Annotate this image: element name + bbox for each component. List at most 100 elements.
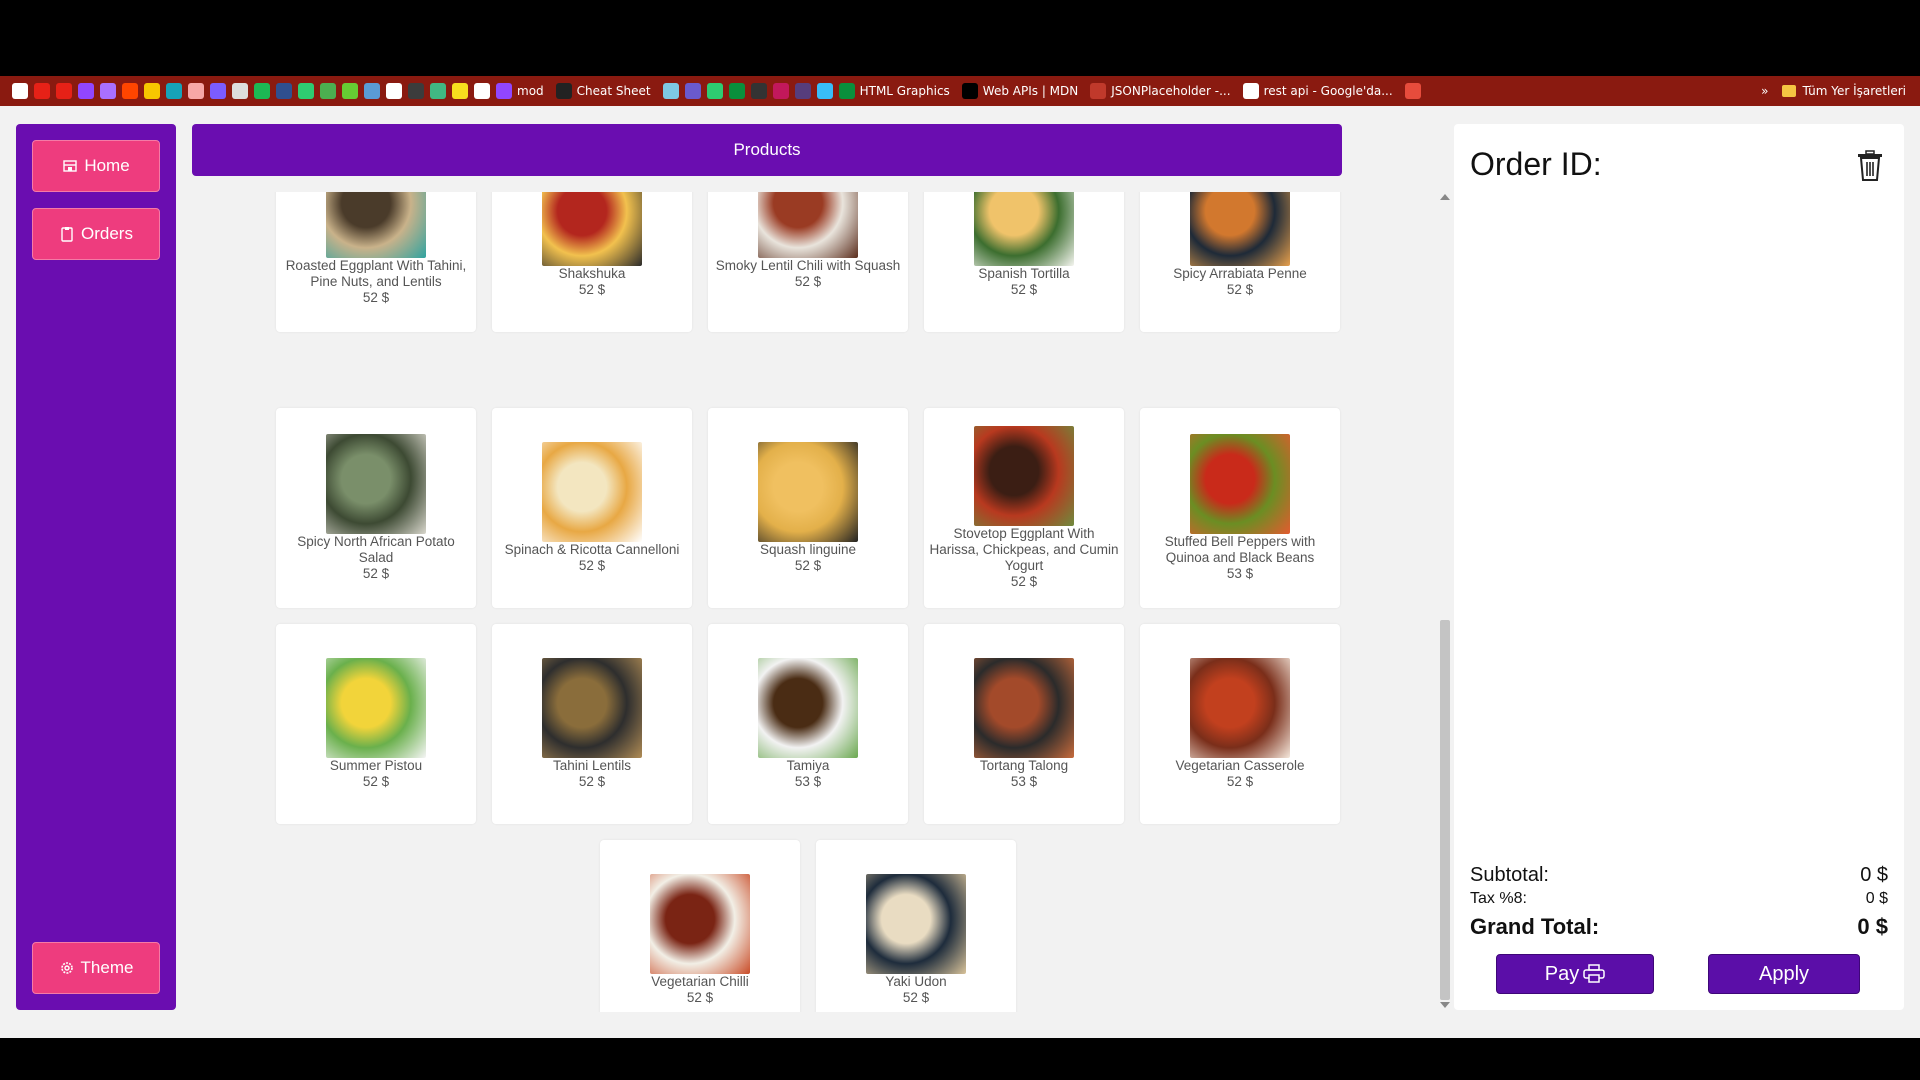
product-card[interactable]: Roasted Eggplant With Tahini, Pine Nuts,…: [276, 192, 476, 332]
bookmark-item[interactable]: [816, 80, 833, 102]
product-price: 52 $: [1226, 282, 1254, 297]
bookmark-item[interactable]: [122, 80, 138, 102]
product-price: 52 $: [1226, 774, 1254, 789]
product-card[interactable]: Vegetarian Chilli 52 $: [600, 840, 800, 1012]
product-card[interactable]: Summer Pistou 52 $: [276, 624, 476, 824]
bookmark-favicon-icon: [1090, 83, 1107, 99]
products-header: Products: [192, 124, 1342, 176]
product-name: Roasted Eggplant With Tahini, Pine Nuts,…: [285, 258, 467, 289]
product-name: Spicy Arrabiata Penne: [1173, 266, 1307, 281]
product-card[interactable]: Vegetarian Casserole 52 $: [1140, 624, 1340, 824]
bookmark-favicon-icon: [750, 83, 767, 99]
theme-button[interactable]: Theme: [32, 942, 160, 994]
product-price: 53 $: [794, 774, 822, 789]
bookmark-item[interactable]: [474, 80, 490, 102]
bookmark-item[interactable]: [34, 80, 50, 102]
orders-button[interactable]: Orders: [32, 208, 160, 260]
bookmark-item[interactable]: [166, 80, 182, 102]
bookmark-item[interactable]: [188, 80, 204, 102]
product-price: 53 $: [1010, 774, 1038, 789]
bookmark-item[interactable]: [386, 80, 402, 102]
product-card[interactable]: Stuffed Bell Peppers with Quinoa and Bla…: [1140, 408, 1340, 608]
product-card[interactable]: Spicy Arrabiata Penne 52 $: [1140, 192, 1340, 332]
bookmark-item[interactable]: [794, 80, 811, 102]
product-card[interactable]: Yaki Udon 52 $: [816, 840, 1016, 1012]
bookmark-item[interactable]: Web APIs | MDN: [961, 80, 1084, 102]
bookmark-item[interactable]: [232, 80, 248, 102]
bookmark-item[interactable]: [144, 80, 160, 102]
apply-button[interactable]: Apply: [1708, 954, 1860, 994]
scroll-down-arrow-icon[interactable]: [1440, 1002, 1450, 1008]
bookmark-favicon-icon: [78, 83, 94, 99]
bookmark-favicon-icon: [364, 83, 380, 99]
bookmark-item[interactable]: [430, 80, 446, 102]
product-card[interactable]: Smoky Lentil Chili with Squash 52 $: [708, 192, 908, 332]
bookmark-item[interactable]: [728, 80, 745, 102]
product-name: Spanish Tortilla: [978, 266, 1070, 281]
product-price: 52 $: [362, 774, 390, 789]
bookmark-item[interactable]: [276, 80, 292, 102]
bookmark-favicon-icon: [100, 83, 116, 99]
bookmark-item[interactable]: [254, 80, 270, 102]
product-image: [758, 658, 858, 758]
bookmark-item[interactable]: HTML Graphics: [838, 80, 956, 102]
order-id-title: Order ID:: [1470, 146, 1602, 182]
scroll-up-arrow-icon[interactable]: [1440, 194, 1450, 200]
bookmark-favicon-icon: [122, 83, 138, 99]
bookmark-item[interactable]: [56, 80, 72, 102]
product-image: [1190, 658, 1290, 758]
apply-button-label: Apply: [1758, 962, 1810, 985]
product-card[interactable]: Spinach & Ricotta Cannelloni 52 $: [492, 408, 692, 608]
bookmark-favicon-icon: [555, 83, 572, 99]
pay-button[interactable]: Pay: [1496, 954, 1654, 994]
bookmark-favicon-icon: [188, 83, 204, 99]
home-button[interactable]: Home: [32, 140, 160, 192]
product-card[interactable]: Tahini Lentils 52 $: [492, 624, 692, 824]
bookmark-item[interactable]: [408, 80, 424, 102]
store-icon: [63, 160, 78, 172]
product-card[interactable]: Tamiya 53 $: [708, 624, 908, 824]
bookmark-label: HTML Graphics: [859, 84, 950, 98]
bookmark-item[interactable]: [210, 80, 226, 102]
bookmark-favicon-icon: [684, 83, 701, 99]
product-card[interactable]: Spanish Tortilla 52 $: [924, 192, 1124, 332]
product-card[interactable]: Stovetop Eggplant With Harissa, Chickpea…: [924, 408, 1124, 608]
bookmark-item[interactable]: [320, 80, 336, 102]
bookmark-item[interactable]: [78, 80, 94, 102]
app-container: Home Orders Theme Products Roasted Eggpl…: [0, 106, 1920, 1066]
all-bookmarks-button[interactable]: Tüm Yer İşaretleri: [1782, 84, 1906, 98]
bookmark-item[interactable]: [364, 80, 380, 102]
product-image: [650, 874, 750, 974]
bookmark-item[interactable]: Cheat Sheet: [555, 80, 657, 102]
bookmark-favicon-icon: [1242, 83, 1259, 99]
bookmark-item[interactable]: [100, 80, 116, 102]
product-grid-scrollbar[interactable]: [1436, 190, 1454, 1010]
product-name: Vegetarian Chilli: [651, 974, 749, 989]
order-panel: Order ID: Subtotal: 0 $ Tax %8: 0 $ Gran…: [1454, 124, 1904, 1010]
bookmark-item[interactable]: rest api - Google'da...: [1242, 80, 1399, 102]
bookmark-item[interactable]: [772, 80, 789, 102]
bookmark-item[interactable]: [452, 80, 468, 102]
product-price: 52 $: [362, 566, 390, 581]
bookmark-item[interactable]: mod: [496, 80, 550, 102]
bookmark-item[interactable]: [750, 80, 767, 102]
trash-icon[interactable]: [1856, 150, 1884, 182]
bookmark-item[interactable]: [662, 80, 679, 102]
bookmark-item[interactable]: [12, 80, 28, 102]
bookmark-label: Cheat Sheet: [576, 84, 651, 98]
bookmark-item[interactable]: [1404, 80, 1421, 102]
product-card[interactable]: Spicy North African Potato Salad 52 $: [276, 408, 476, 608]
product-card[interactable]: Shakshuka 52 $: [492, 192, 692, 332]
bookmark-item[interactable]: JSONPlaceholder -...: [1090, 80, 1236, 102]
bookmark-favicon-icon: [408, 83, 424, 99]
bookmark-item[interactable]: [684, 80, 701, 102]
bookmark-item[interactable]: [342, 80, 358, 102]
bookmark-favicon-icon: [320, 83, 336, 99]
product-card[interactable]: Tortang Talong 53 $: [924, 624, 1124, 824]
product-card[interactable]: Squash linguine 52 $: [708, 408, 908, 608]
product-name: Smoky Lentil Chili with Squash: [715, 258, 901, 273]
bookmarks-overflow-button[interactable]: »: [1761, 84, 1768, 98]
scrollbar-thumb[interactable]: [1440, 620, 1450, 1000]
bookmark-item[interactable]: [298, 80, 314, 102]
bookmark-item[interactable]: [706, 80, 723, 102]
